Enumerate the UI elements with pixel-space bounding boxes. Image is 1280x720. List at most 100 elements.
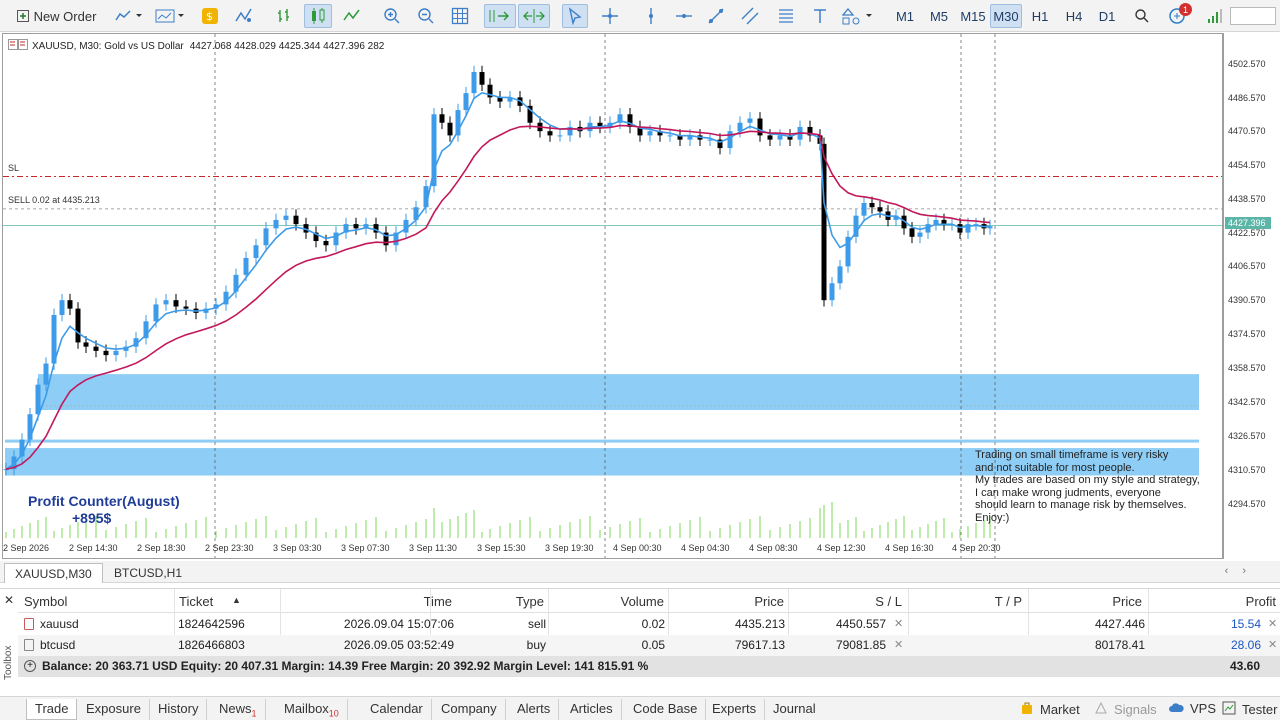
crosshair-button[interactable] [598, 4, 622, 28]
tab-label: History [158, 701, 199, 716]
vertical-line-button[interactable] [640, 4, 662, 28]
bull-candle [777, 135, 783, 140]
trendline-button[interactable] [704, 4, 728, 28]
col-current-price[interactable]: Price [1028, 594, 1142, 609]
tab-journal[interactable]: Journal [765, 699, 824, 720]
chart-symbol-desc: XAUUSD, M30: Gold vs US Dollar [32, 40, 184, 52]
market-button[interactable]: Market [1020, 701, 1080, 718]
col-profit[interactable]: Profit [1148, 594, 1276, 609]
time-label: 3 Sep 03:30 [273, 543, 322, 553]
col-ticket[interactable]: Ticket [179, 594, 213, 609]
zoom-out-button[interactable] [414, 4, 438, 28]
col-type[interactable]: Type [452, 594, 544, 609]
col-volume[interactable]: Volume [548, 594, 664, 609]
bear-candle [75, 308, 81, 343]
fibonacci-button[interactable] [774, 4, 798, 28]
autoscroll-button[interactable] [484, 4, 516, 28]
bar-chart-button[interactable] [272, 4, 296, 28]
cursor-button[interactable] [562, 4, 588, 28]
sort-up-icon: ▲ [232, 595, 241, 605]
col-symbol[interactable]: Symbol [24, 594, 67, 609]
grid-button[interactable] [448, 4, 472, 28]
search-button[interactable] [1130, 4, 1154, 28]
toolbox-label[interactable]: Toolbox [3, 646, 14, 680]
bear-candle [323, 241, 329, 246]
signal-strength-button[interactable] [1202, 4, 1226, 28]
close-position-icon[interactable]: ✕ [1268, 617, 1277, 630]
time-label: 4 Sep 00:30 [613, 543, 662, 553]
tab-alerts[interactable]: Alerts [509, 699, 560, 720]
bull-candle [113, 350, 119, 356]
close-position-icon[interactable]: ✕ [1268, 638, 1277, 651]
timeframe-m15[interactable]: M15 [955, 4, 991, 28]
chart-type-button[interactable] [112, 4, 146, 28]
channel-button[interactable] [738, 4, 762, 28]
chart-tab-xauusd[interactable]: XAUUSD,M30 [4, 563, 103, 583]
bear-candle [757, 118, 763, 136]
bear-candle [479, 72, 485, 85]
remove-sl-icon[interactable]: ✕ [894, 617, 903, 630]
search-input[interactable] [1230, 7, 1276, 25]
tester-button[interactable]: Tester [1222, 701, 1277, 718]
row-volume: 0.02 [641, 617, 665, 631]
cursor-icon [566, 7, 584, 25]
tab-trade[interactable]: Trade [26, 699, 78, 720]
col-price[interactable]: Price [668, 594, 784, 609]
table-row[interactable]: xauusd 1824642596 2026.09.04 15:07:06 se… [18, 614, 1280, 635]
row-current-price: 4427.446 [1094, 617, 1145, 631]
text-button[interactable] [808, 4, 832, 28]
tab-calendar[interactable]: Calendar [362, 699, 432, 720]
timeframe-m5[interactable]: M5 [922, 4, 956, 28]
tab-exposure[interactable]: Exposure [78, 699, 150, 720]
bull-candle [747, 118, 753, 123]
time-label: 3 Sep 15:30 [477, 543, 526, 553]
time-label: 4 Sep 08:30 [749, 543, 798, 553]
zoom-in-button[interactable] [380, 4, 404, 28]
chart-shift-button[interactable] [518, 4, 550, 28]
indicators-button[interactable] [232, 4, 256, 28]
shapes-button[interactable] [840, 4, 876, 28]
col-tp[interactable]: T / P [908, 594, 1022, 609]
algo-trading-button[interactable]: $ [198, 4, 222, 28]
timeframe-h1[interactable]: H1 [1023, 4, 1057, 28]
horizontal-line-button[interactable] [672, 4, 696, 28]
time-label: 4 Sep 16:30 [885, 543, 934, 553]
bull-candle [837, 266, 843, 284]
new-order-label: New Order [33, 8, 97, 24]
chart-type-icon [115, 9, 143, 23]
time-label: 2 Sep 14:30 [69, 543, 118, 553]
tab-code-base[interactable]: Code Base [625, 699, 707, 720]
new-order-button[interactable]: New Order [10, 4, 102, 28]
note-line: I can make wrong judments, everyone [975, 486, 1161, 499]
bear-candle [767, 135, 773, 140]
tab-experts[interactable]: Experts [704, 699, 766, 720]
price-label: 4358.570 [1228, 363, 1266, 373]
timeframe-h4[interactable]: H4 [1057, 4, 1091, 28]
price-axis[interactable]: 4502.570 4486.570 4470.570 4454.570 4438… [1223, 33, 1280, 559]
col-time[interactable]: Time [282, 594, 452, 609]
tab-news[interactable]: News1 [211, 699, 266, 720]
chart-tab-btcusd[interactable]: BTCUSD,H1 [104, 563, 192, 583]
row-time: 2026.09.04 15:07:06 [343, 617, 454, 631]
price-label: 4326.570 [1228, 431, 1266, 441]
tab-scroll-arrows[interactable]: ‹› [1225, 565, 1260, 577]
candlestick-button[interactable] [304, 4, 332, 28]
tab-mailbox[interactable]: Mailbox10 [276, 699, 348, 720]
signals-button[interactable]: Signals [1094, 701, 1157, 718]
timeframe-d1[interactable]: D1 [1090, 4, 1124, 28]
col-sl[interactable]: S / L [788, 594, 902, 609]
close-icon[interactable]: ✕ [4, 593, 14, 607]
tab-label: Exposure [86, 701, 141, 716]
line-chart-button[interactable] [340, 4, 364, 28]
templates-button[interactable] [152, 4, 188, 28]
timeframe-m1[interactable]: M1 [888, 4, 922, 28]
tab-articles[interactable]: Articles [562, 699, 622, 720]
balance-row[interactable]: + Balance: 20 363.71 USD Equity: 20 407.… [18, 656, 1280, 677]
tab-company[interactable]: Company [433, 699, 506, 720]
table-row[interactable]: btcusd 1826466803 2026.09.05 03:52:49 bu… [18, 635, 1280, 656]
timeframe-m30[interactable]: M30 [990, 4, 1022, 28]
notifications-button[interactable]: 1 [1164, 3, 1192, 28]
tab-history[interactable]: History [150, 699, 208, 720]
vps-button[interactable]: VPS [1168, 701, 1216, 716]
remove-sl-icon[interactable]: ✕ [894, 638, 903, 651]
